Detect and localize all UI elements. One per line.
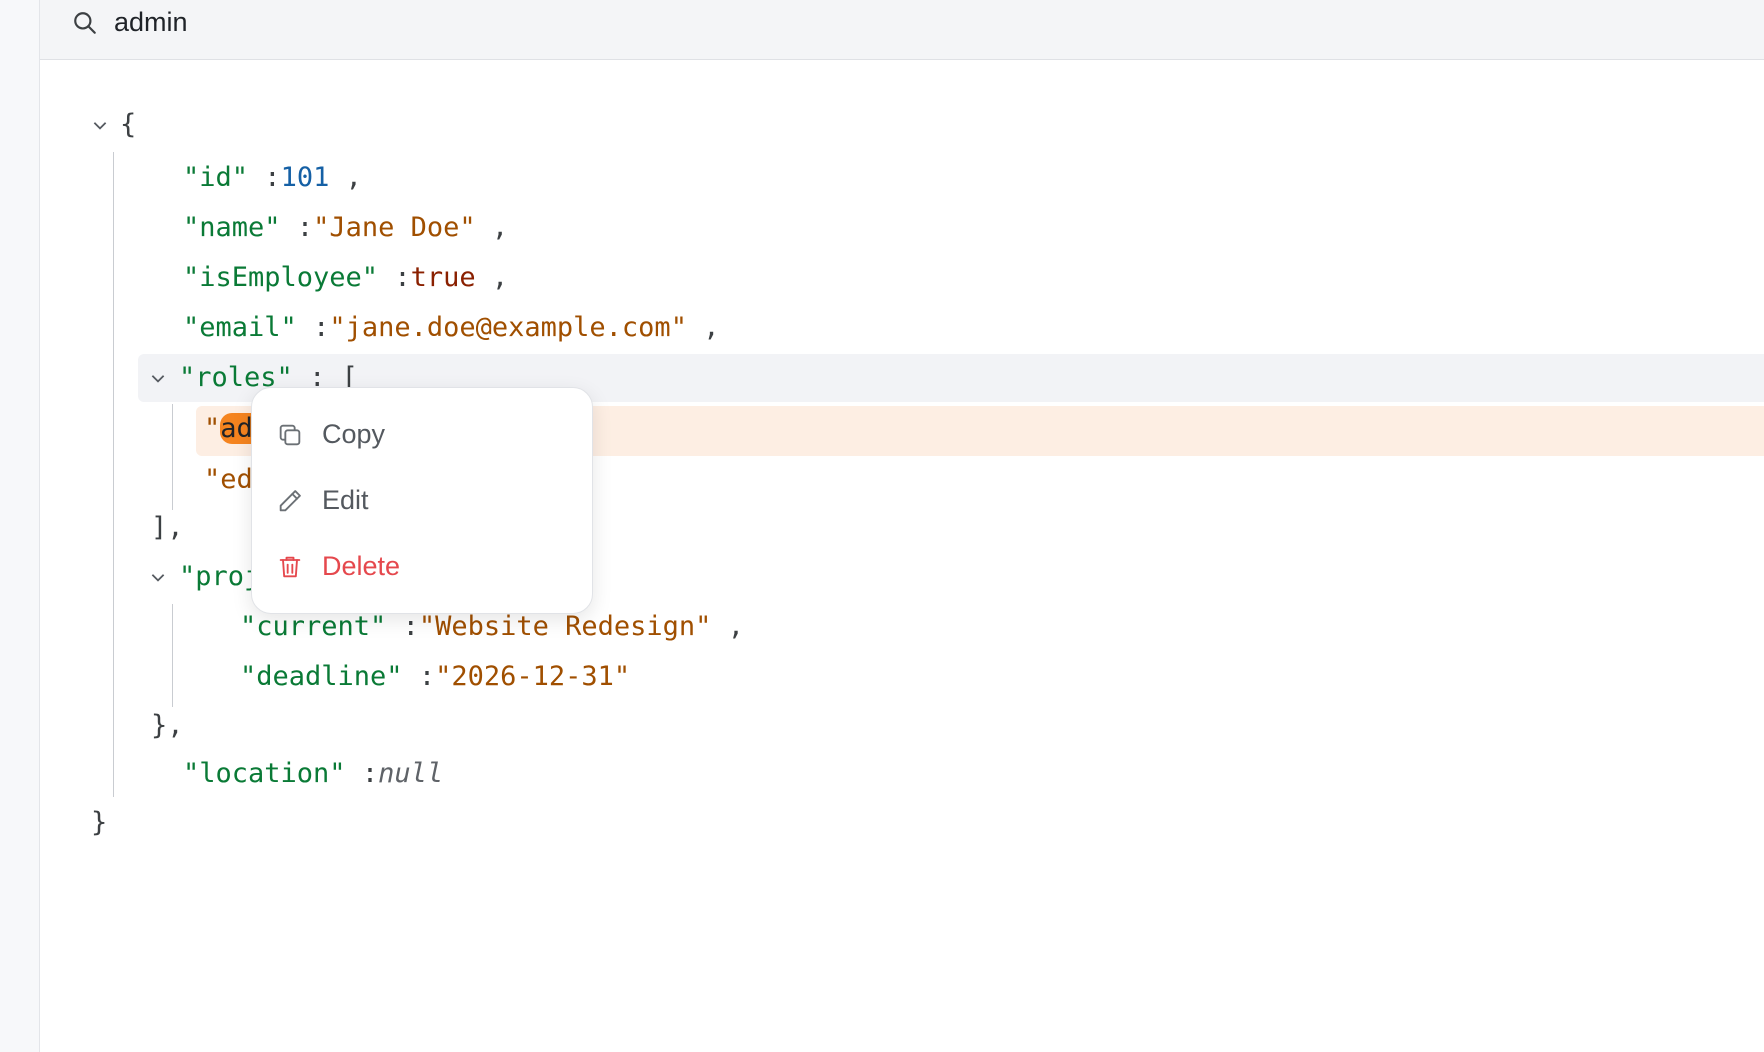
roles-item-admin[interactable]: "ad — [204, 407, 253, 451]
json-key: "isEmployee" — [183, 262, 379, 293]
json-row-projects[interactable]: "proj — [179, 555, 260, 599]
menu-item-label: Edit — [322, 485, 369, 515]
search-match-highlight: ad — [220, 413, 253, 444]
menu-item-delete[interactable]: Delete — [252, 538, 592, 594]
root-close-brace: } — [91, 807, 108, 838]
menu-item-label: Delete — [322, 551, 401, 581]
json-value: 101 — [280, 162, 330, 193]
json-row-name[interactable]: "name" :"Jane Doe" , — [183, 206, 508, 250]
json-value: "jane.doe@example.com" — [329, 312, 687, 343]
menu-item-copy[interactable]: Copy — [252, 406, 592, 462]
json-key: "location" — [183, 758, 346, 789]
json-row-email[interactable]: "email" :"jane.doe@example.com" , — [183, 306, 719, 350]
projects-close-brace: }, — [151, 710, 184, 741]
chevron-down-icon[interactable] — [91, 116, 109, 134]
menu-item-label: Copy — [322, 419, 386, 449]
json-value: null — [378, 758, 444, 789]
roles-guide — [172, 404, 173, 510]
pencil-icon — [279, 490, 301, 512]
json-value: "Jane Doe" — [313, 212, 476, 243]
root-guide — [113, 152, 114, 797]
projects-guide — [172, 604, 173, 707]
json-value: true — [410, 262, 476, 293]
json-key: "name" — [183, 212, 281, 243]
roles-item-editor[interactable]: "ed — [204, 458, 253, 502]
json-row-location[interactable]: "location" :null — [183, 752, 443, 796]
json-key: "email" — [183, 312, 297, 343]
chevron-down-icon[interactable] — [149, 369, 167, 387]
chevron-down-icon[interactable] — [149, 568, 167, 586]
json-value: "Website Redesign" — [418, 611, 712, 642]
trash-icon — [279, 556, 301, 578]
root-open-brace: { — [120, 109, 137, 140]
json-value: "2026-12-31" — [435, 661, 631, 692]
json-row-deadline[interactable]: "deadline" :"2026-12-31" — [240, 655, 630, 699]
json-key: "id" — [183, 162, 249, 193]
json-key: "current" — [240, 611, 387, 642]
json-row-isemployee[interactable]: "isEmployee" :true , — [183, 256, 508, 300]
roles-close-bracket: ], — [151, 512, 184, 543]
json-key: "proj — [179, 561, 261, 592]
json-row-id[interactable]: "id" :101 , — [183, 156, 362, 200]
menu-item-edit[interactable]: Edit — [252, 472, 592, 528]
context-menu: Copy Edit Delete — [251, 387, 593, 614]
copy-icon — [279, 424, 301, 446]
json-key: "deadline" — [240, 661, 403, 692]
